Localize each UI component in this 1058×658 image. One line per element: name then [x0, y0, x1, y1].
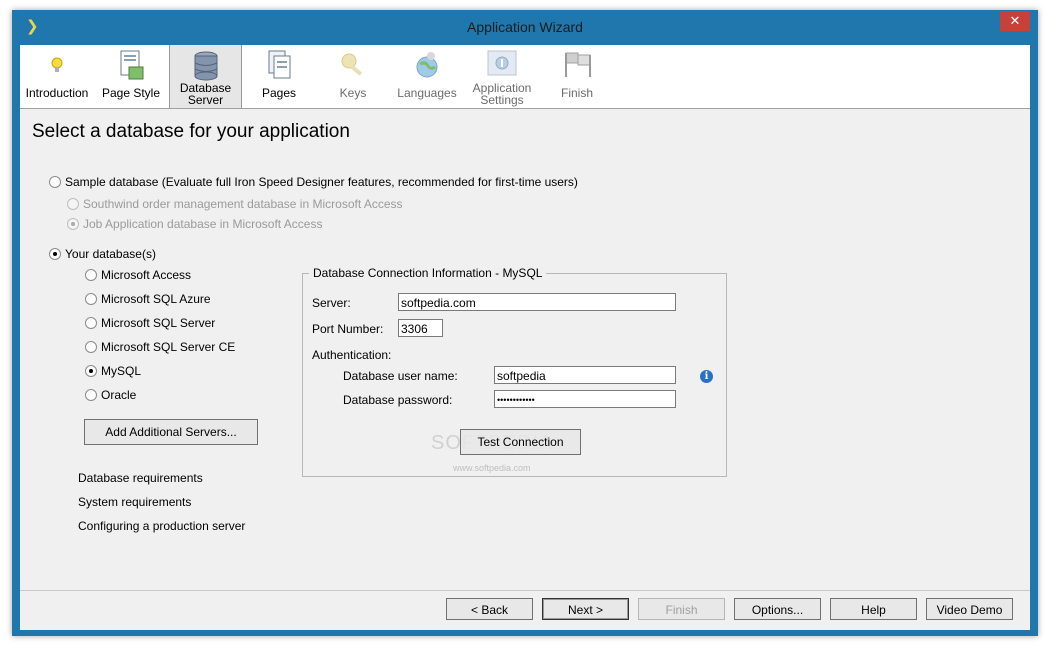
softpedia-watermark-url: www.softpedia.com	[453, 463, 531, 473]
server-input[interactable]: softpedia.com	[398, 293, 676, 311]
sample-database-label: Sample database (Evaluate full Iron Spee…	[65, 175, 578, 189]
lightbulb-icon	[51, 57, 63, 72]
password-input[interactable]: ••••••••••••	[494, 390, 676, 408]
port-input[interactable]: 3306	[398, 319, 443, 337]
tab-keys[interactable]: Keys	[318, 45, 388, 108]
tab-introduction[interactable]: Introduction	[22, 45, 92, 108]
close-button[interactable]: ✕	[1000, 11, 1030, 31]
tab-label-line2: Settings	[480, 93, 524, 107]
tab-database-server[interactable]: Database Server	[169, 45, 242, 108]
tab-label: Pages	[261, 86, 297, 100]
microsoft-access-radio[interactable]	[85, 269, 97, 281]
oracle-label: Oracle	[101, 388, 137, 402]
system-requirements-link[interactable]: System requirements	[78, 495, 191, 509]
settings-icon	[487, 50, 517, 76]
video-demo-button[interactable]: Video Demo	[926, 598, 1013, 620]
authentication-label: Authentication:	[312, 348, 392, 362]
server-label: Server:	[312, 296, 351, 310]
page-title: Select a database for your application	[32, 121, 350, 142]
tab-label-line2: Server	[187, 93, 224, 107]
user-name-input[interactable]: softpedia	[494, 366, 676, 384]
tab-application-settings[interactable]: Application Settings	[466, 45, 538, 108]
close-icon: ✕	[1009, 13, 1021, 28]
database-requirements-link[interactable]: Database requirements	[78, 471, 203, 485]
southwind-label: Southwind order management database in M…	[83, 197, 403, 211]
add-servers-button[interactable]: Add Additional Servers...	[84, 419, 258, 445]
your-databases-label: Your database(s)	[65, 247, 156, 261]
password-label: Database password:	[343, 393, 453, 407]
connection-group-title: Database Connection Information - MySQL	[309, 266, 547, 280]
southwind-radio[interactable]	[67, 198, 79, 210]
tab-label: Page Style	[101, 86, 161, 100]
pages-icon	[268, 50, 291, 79]
tab-finish[interactable]: Finish	[542, 45, 612, 108]
tab-label: Keys	[339, 86, 367, 100]
sql-server-ce-radio[interactable]	[85, 341, 97, 353]
production-server-link[interactable]: Configuring a production server	[78, 519, 245, 533]
microsoft-access-label: Microsoft Access	[101, 268, 192, 282]
your-databases-radio[interactable]	[49, 248, 61, 260]
tab-label: Introduction	[25, 86, 89, 100]
help-button[interactable]: Help	[830, 598, 917, 620]
finish-button[interactable]: Finish	[638, 598, 725, 620]
globe-icon	[416, 52, 438, 78]
sql-server-label: Microsoft SQL Server	[101, 316, 216, 330]
page-style-icon	[120, 50, 144, 80]
tab-label: Finish	[560, 86, 593, 100]
port-label: Port Number:	[312, 322, 384, 336]
sql-server-radio[interactable]	[85, 317, 97, 329]
job-application-radio[interactable]	[67, 218, 79, 230]
key-icon	[341, 53, 363, 76]
wizard-client-area: Introduction Page Style Database Server …	[20, 45, 1030, 630]
user-name-label: Database user name:	[343, 369, 458, 383]
window-title: Application Wizard	[467, 19, 583, 35]
application-window: ❯ Application Wizard ✕ Introduction Page…	[12, 10, 1038, 636]
test-connection-button[interactable]: Test Connection	[460, 429, 581, 455]
checkered-flag-icon	[565, 52, 591, 77]
info-icon[interactable]: i	[700, 370, 713, 383]
job-application-label: Job Application database in Microsoft Ac…	[83, 217, 323, 231]
next-button[interactable]: Next >	[542, 598, 629, 620]
tab-pages[interactable]: Pages	[244, 45, 314, 108]
back-button[interactable]: < Back	[446, 598, 533, 620]
tab-page-style[interactable]: Page Style	[96, 45, 166, 108]
sql-server-ce-label: Microsoft SQL Server CE	[101, 340, 236, 354]
title-bar[interactable]: ❯ Application Wizard ✕	[12, 10, 1038, 40]
mysql-label: MySQL	[101, 364, 142, 378]
sql-azure-label: Microsoft SQL Azure	[101, 292, 211, 306]
wizard-steps-toolbar: Introduction Page Style Database Server …	[20, 45, 1030, 109]
mysql-radio[interactable]	[85, 365, 97, 377]
tab-languages[interactable]: Languages	[392, 45, 462, 108]
options-button[interactable]: Options...	[734, 598, 821, 620]
oracle-radio[interactable]	[85, 389, 97, 401]
database-icon	[194, 51, 217, 81]
bottom-divider	[20, 590, 1030, 591]
sample-database-radio[interactable]	[49, 176, 61, 188]
tab-label: Languages	[397, 86, 457, 100]
connection-groupbox: Database Connection Information - MySQL …	[302, 266, 727, 477]
sql-azure-radio[interactable]	[85, 293, 97, 305]
